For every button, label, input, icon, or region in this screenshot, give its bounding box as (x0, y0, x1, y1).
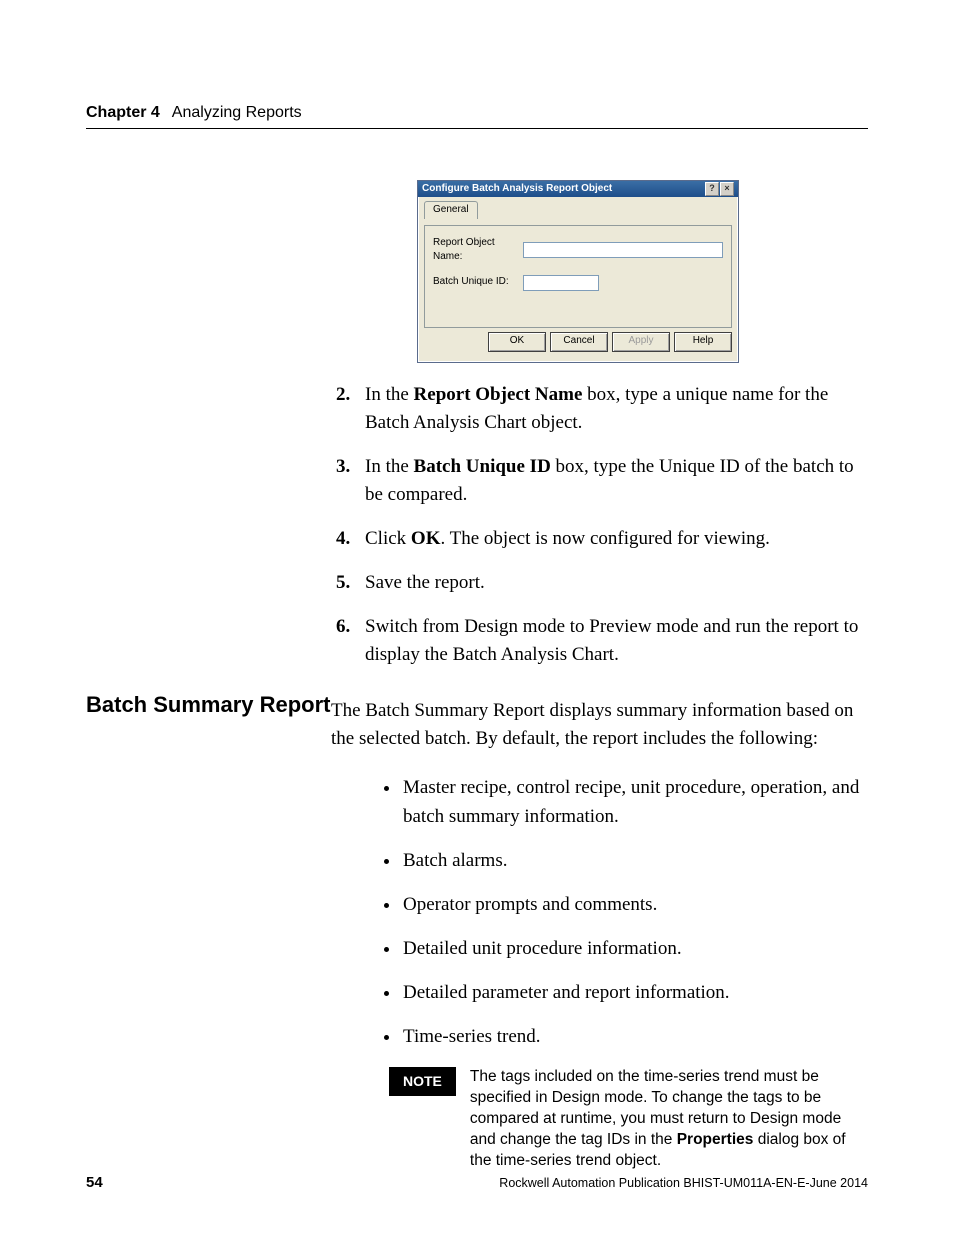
bullet-list: Master recipe, control recipe, unit proc… (331, 774, 868, 1051)
dialog-screenshot: Configure Batch Analysis Report Object ?… (417, 180, 868, 363)
publication-id: Rockwell Automation Publication BHIST-UM… (499, 1176, 868, 1190)
batch-unique-id-input[interactable] (523, 275, 599, 291)
batch-unique-id-label: Batch Unique ID: (433, 275, 523, 290)
page-header: Chapter 4 Analyzing Reports (86, 104, 868, 129)
apply-button[interactable]: Apply (612, 332, 670, 352)
note-badge: NOTE (389, 1067, 456, 1095)
note-text: The tags included on the time-series tre… (470, 1067, 868, 1172)
bullet-4: Detailed unit procedure information. (401, 935, 868, 963)
section-heading: Batch Summary Report (86, 692, 331, 718)
dialog-close-icon[interactable]: × (720, 182, 734, 196)
cancel-button[interactable]: Cancel (550, 332, 608, 352)
help-button[interactable]: Help (674, 332, 732, 352)
step-3: In the Batch Unique ID box, type the Uni… (355, 453, 868, 509)
chapter-number: Chapter 4 (86, 104, 160, 122)
step-2: In the Report Object Name box, type a un… (355, 381, 868, 437)
bullet-6: Time-series trend. (401, 1023, 868, 1051)
bullet-5: Detailed parameter and report informatio… (401, 979, 868, 1007)
step-6: Switch from Design mode to Preview mode … (355, 613, 868, 669)
steps-list: In the Report Object Name box, type a un… (331, 381, 868, 670)
dialog-titlebar: Configure Batch Analysis Report Object ?… (418, 181, 738, 197)
dialog-help-icon[interactable]: ? (705, 182, 719, 196)
chapter-title: Analyzing Reports (172, 104, 302, 122)
bullet-1: Master recipe, control recipe, unit proc… (401, 774, 868, 830)
page-number: 54 (86, 1174, 103, 1191)
dialog-tab-general[interactable]: General (424, 201, 478, 219)
report-object-name-input[interactable] (523, 242, 723, 258)
note-callout: NOTE The tags included on the time-serie… (389, 1067, 868, 1172)
ok-button[interactable]: OK (488, 332, 546, 352)
bullet-3: Operator prompts and comments. (401, 891, 868, 919)
header-rule (86, 128, 868, 129)
page-footer: 54 Rockwell Automation Publication BHIST… (86, 1174, 868, 1191)
step-5: Save the report. (355, 569, 868, 597)
step-4: Click OK. The object is now configured f… (355, 525, 868, 553)
dialog-title-text: Configure Batch Analysis Report Object (422, 181, 612, 197)
report-object-name-label: Report Object Name: (433, 236, 523, 265)
section-intro: The Batch Summary Report displays summar… (331, 697, 868, 752)
bullet-2: Batch alarms. (401, 847, 868, 875)
dialog-panel: Report Object Name: Batch Unique ID: (424, 225, 732, 328)
